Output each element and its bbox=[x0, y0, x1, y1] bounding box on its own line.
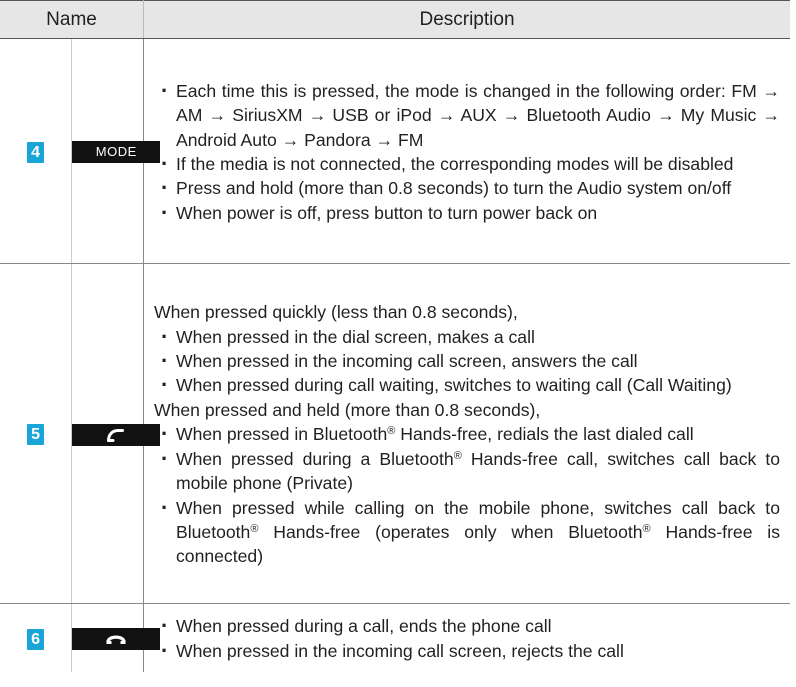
list-item: When pressed in the incoming call screen… bbox=[154, 639, 780, 664]
description-cell: Each time this is pressed, the mode is c… bbox=[143, 38, 790, 264]
registered-mark: ® bbox=[453, 449, 462, 462]
call-end-icon bbox=[106, 635, 126, 644]
button-cell: MODE bbox=[71, 38, 161, 264]
list-item: When pressed in Bluetooth® Hands-free, r… bbox=[154, 422, 780, 447]
list-item: When pressed during a call, ends the pho… bbox=[154, 614, 780, 639]
header-description: Description bbox=[143, 0, 790, 39]
row-number-cell: 5 bbox=[0, 263, 73, 604]
row-number-badge: 4 bbox=[27, 141, 45, 163]
table-row-call: 5 When pressed quickly (less than 0.8 se… bbox=[0, 263, 790, 604]
description-cell: When pressed during a call, ends the pho… bbox=[144, 604, 791, 672]
row-number-cell: 4 bbox=[0, 38, 73, 264]
quick-press-list: When pressed in the dial screen, makes a… bbox=[154, 325, 780, 399]
call-answer-icon bbox=[107, 428, 125, 442]
table-row-mode: 4 MODE Each time this is pressed, the mo… bbox=[0, 38, 790, 264]
mode-button-graphic: MODE bbox=[72, 141, 161, 164]
button-cell bbox=[71, 263, 161, 604]
intro-quick-press: When pressed quickly (less than 0.8 seco… bbox=[154, 302, 518, 323]
list-item: When pressed while calling on the mobile… bbox=[154, 496, 780, 569]
list-item: Each time this is pressed, the mode is c… bbox=[154, 79, 780, 152]
intro-held-press: When pressed and held (more than 0.8 sec… bbox=[154, 399, 541, 420]
list-item: When pressed in the dial screen, makes a… bbox=[154, 325, 780, 350]
list-item: When pressed during call waiting, switch… bbox=[154, 373, 780, 398]
registered-mark: ® bbox=[642, 522, 651, 535]
list-item: When pressed during a Bluetooth® Hands-f… bbox=[154, 447, 780, 496]
list-item: If the media is not connected, the corre… bbox=[154, 152, 780, 177]
call-button-graphic bbox=[72, 423, 161, 446]
description-list: Each time this is pressed, the mode is c… bbox=[154, 79, 780, 226]
button-cell bbox=[71, 603, 161, 672]
list-item: When power is off, press button to turn … bbox=[154, 201, 780, 226]
row-number-badge: 5 bbox=[27, 424, 45, 446]
table-header-row: Name Description bbox=[0, 0, 790, 39]
list-item: Press and hold (more than 0.8 seconds) t… bbox=[154, 176, 780, 201]
description-list: When pressed during a call, ends the pho… bbox=[154, 614, 780, 663]
table-row-end-call: 6 When pressed during a call, ends the p… bbox=[0, 603, 791, 672]
header-name: Name bbox=[0, 0, 144, 39]
row-number-badge: 6 bbox=[27, 628, 45, 650]
row-number-cell: 6 bbox=[0, 603, 73, 672]
specification-table: Name Description 4 MODE Each time this i… bbox=[0, 0, 790, 672]
end-call-button-graphic bbox=[72, 627, 161, 650]
list-item: When pressed in the incoming call screen… bbox=[154, 349, 780, 374]
description-cell: When pressed quickly (less than 0.8 seco… bbox=[143, 263, 790, 604]
held-press-list: When pressed in Bluetooth® Hands-free, r… bbox=[154, 422, 780, 568]
